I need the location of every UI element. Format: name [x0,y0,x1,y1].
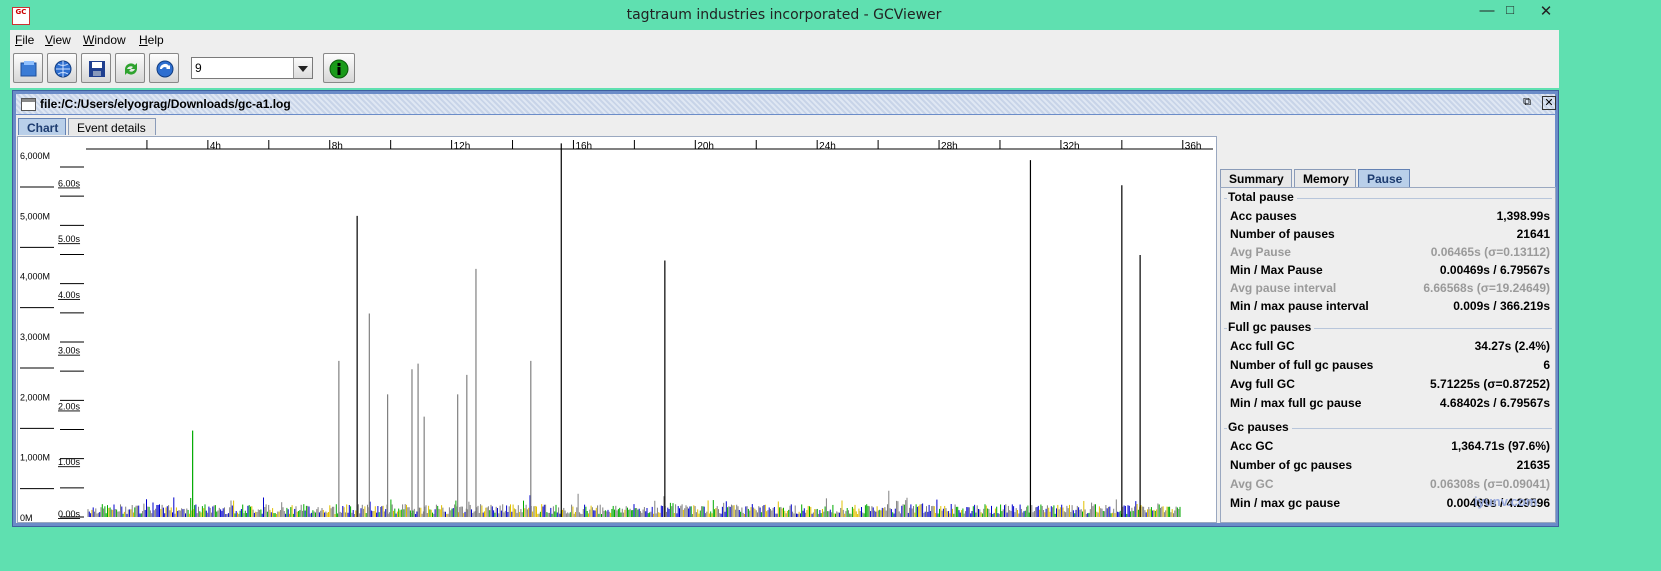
refresh-icon [125,63,137,75]
stat-row: Avg pause interval 6.66568s (σ=19.24649) [1230,281,1550,295]
x-tick-label: 28h [941,141,958,152]
pause-axis-label: 2.00s [58,401,81,411]
menu-view[interactable]: View [45,33,71,47]
tab-event-details[interactable]: Event details [68,118,156,135]
window-title: tagtraum industries incorporated - GCVie… [626,7,942,23]
stats-panel: Summary Memory Pause Total pause Acc pau… [1220,169,1556,523]
toolbar: 9 [10,50,1559,88]
group-title: Gc pauses [1227,420,1292,434]
maximize-button[interactable]: □ [1496,2,1524,17]
stat-row: Number of full gc pauses 6 [1230,358,1550,372]
open-file-button[interactable] [13,53,43,83]
stat-row: Min / Max Pause 0.00469s / 6.79567s [1230,263,1550,277]
x-tick-label: 36h [1185,141,1202,152]
document-title: file:/C:/Users/elyograg/Downloads/gc-a1.… [40,97,291,111]
window-titlebar: GC tagtraum industries incorporated - GC… [0,0,1568,30]
restore-icon[interactable]: ⧉ [1520,96,1534,110]
pause-stats: Total pause Acc pauses 1,398.99s Number o… [1220,187,1556,523]
memory-axis-label: 1,000M [20,453,50,463]
stat-row: Min / max pause interval 0.009s / 366.219… [1230,299,1550,313]
stat-row: Number of pauses 21641 [1230,227,1550,241]
group-title: Full gc pauses [1227,320,1315,334]
stat-row: Min / max full gc pause 4.68402s / 6.7956… [1230,396,1550,410]
stat-row: Avg GC 0.06308s (σ=0.09041) [1230,477,1550,491]
watch-button[interactable] [149,53,179,83]
chevron-down-icon[interactable] [293,58,312,78]
memory-axis-label: 3,000M [20,332,50,342]
gc-chart: 4h 8h 12h 16h 20h 24h 28h 32h 36h 6,000M 5,000M 4,0… [17,136,1217,523]
menu-help[interactable]: Help [139,33,164,47]
document-titlebar: file:/C:/Users/elyograg/Downloads/gc-a1.… [16,94,1556,114]
stat-row: Number of gc pauses 21635 [1230,458,1550,472]
stat-row: Acc GC 1,364.71s (97.6%) [1230,439,1550,453]
gc-chart-svg: 4h 8h 12h 16h 20h 24h 28h 32h 36h 6,000M 5,000M 4,0… [20,140,1213,522]
watermark-logo: iyunv.com [1474,494,1538,509]
menu-bar: File View Window Help [10,30,1559,50]
pause-axis-label: 3.00s [58,346,81,356]
tab-summary[interactable]: Summary [1220,169,1292,187]
total-pause-group: Total pause Acc pauses 1,398.99s Number o… [1224,190,1552,319]
x-tick-label: 20h [697,141,714,152]
open-url-button[interactable] [47,53,77,83]
menu-window[interactable]: Window [83,33,126,47]
log-document-frame: file:/C:/Users/elyograg/Downloads/gc-a1.… [12,90,1559,527]
info-button[interactable] [323,53,355,83]
tab-pause[interactable]: Pause [1358,169,1410,187]
pause-axis-label: 6.00s [58,178,81,188]
pause-axis-label: 4.00s [58,290,81,300]
x-tick-label: 32h [1063,141,1080,152]
stat-row: Avg full GC 5.71225s (σ=0.87252) [1230,377,1550,391]
x-tick-label: 16h [575,141,592,152]
menu-file[interactable]: File [15,33,34,47]
group-title: Total pause [1227,190,1297,204]
tab-chart[interactable]: Chart [18,118,66,135]
x-tick-label: 24h [819,141,836,152]
document-icon [21,98,36,111]
refresh-button[interactable] [115,53,145,83]
info-icon [329,59,349,79]
memory-axis-label: 4,000M [20,272,50,282]
x-tick-label: 12h [454,141,471,152]
pause-axis-label: 5.00s [58,234,81,244]
zoom-value[interactable]: 9 [195,61,202,75]
memory-axis-label: 0M [20,513,33,522]
stat-row: Acc pauses 1,398.99s [1230,209,1550,223]
memory-axis-label: 2,000M [20,392,50,402]
save-button[interactable] [81,53,111,83]
memory-axis-label: 6,000M [20,151,50,161]
full-gc-pauses-group: Full gc pauses Acc full GC 34.27s (2.4%) … [1224,320,1552,419]
x-tick-label: 4h [210,141,221,152]
save-icon [89,61,105,77]
open-url-icon [54,60,72,78]
watch-icon [156,60,174,78]
close-document-button[interactable]: ✕ [1542,96,1556,110]
open-file-icon [20,61,37,77]
memory-axis-label: 5,000M [20,211,50,221]
tab-memory[interactable]: Memory [1294,169,1356,187]
zoom-combo[interactable]: 9 [191,57,313,79]
close-button[interactable]: ✕ [1532,2,1560,20]
stat-row: Avg Pause 0.06465s (σ=0.13112) [1230,245,1550,259]
stat-row: Acc full GC 34.27s (2.4%) [1230,339,1550,353]
x-tick-label: 8h [332,141,343,152]
document-body: Chart Event details 4h 8h 12h 16h 20h 24h 28h 3… [16,115,1556,523]
